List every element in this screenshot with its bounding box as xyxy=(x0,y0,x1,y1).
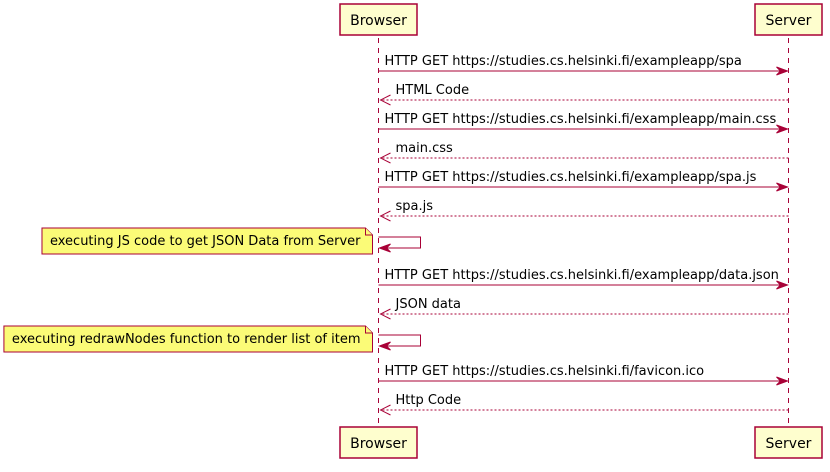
message-response: JSON data xyxy=(379,297,789,320)
sequence-diagram: Browser Server Browser Server HTTP GET h… xyxy=(3,3,823,459)
message-label: HTTP GET https://studies.cs.helsinki.fi/… xyxy=(385,54,742,69)
message-self: executing redrawNodes function to render… xyxy=(3,325,421,353)
message-self: executing JS code to get JSON Data from … xyxy=(41,227,421,255)
message-label: main.css xyxy=(396,141,454,156)
open-arrowhead-icon xyxy=(379,210,391,222)
participant-server-label: Server xyxy=(766,436,812,452)
participant-browser-label: Browser xyxy=(350,436,407,452)
participant-server-label: Server xyxy=(766,13,812,29)
participant-browser-bottom: Browser xyxy=(339,426,418,459)
message-request: HTTP GET https://studies.cs.helsinki.fi/… xyxy=(378,364,789,386)
messages-group: HTTP GET https://studies.cs.helsinki.fi/… xyxy=(3,54,789,416)
message-request: HTTP GET https://studies.cs.helsinki.fi/… xyxy=(378,268,789,290)
message-label: spa.js xyxy=(396,199,434,214)
open-arrowhead-icon xyxy=(379,152,391,164)
message-label: HTTP GET https://studies.cs.helsinki.fi/… xyxy=(385,268,779,283)
message-response: main.css xyxy=(379,141,789,164)
note: executing redrawNodes function to render… xyxy=(3,325,373,353)
message-label: HTML Code xyxy=(396,83,470,98)
message-response: HTML Code xyxy=(379,83,789,106)
message-response: Http Code xyxy=(379,393,789,416)
message-response: spa.js xyxy=(379,199,789,222)
message-request: HTTP GET https://studies.cs.helsinki.fi/… xyxy=(378,54,789,76)
open-arrowhead-icon xyxy=(379,308,391,320)
message-label: Http Code xyxy=(396,393,462,408)
message-request: HTTP GET https://studies.cs.helsinki.fi/… xyxy=(378,170,789,192)
note: executing JS code to get JSON Data from … xyxy=(41,227,373,255)
participant-server-top: Server xyxy=(754,3,823,36)
note-fold xyxy=(365,326,373,334)
participant-browser-label: Browser xyxy=(350,13,407,29)
note-label: executing redrawNodes function to render… xyxy=(12,332,361,347)
note-label: executing JS code to get JSON Data from … xyxy=(50,234,361,249)
message-request: HTTP GET https://studies.cs.helsinki.fi/… xyxy=(378,112,789,134)
message-label: HTTP GET https://studies.cs.helsinki.fi/… xyxy=(385,170,757,185)
open-arrowhead-icon xyxy=(379,404,391,416)
message-label: JSON data xyxy=(395,297,461,312)
message-label: HTTP GET https://studies.cs.helsinki.fi/… xyxy=(385,112,777,127)
participant-server-bottom: Server xyxy=(754,426,823,459)
participant-browser-top: Browser xyxy=(339,3,418,36)
open-arrowhead-icon xyxy=(379,94,391,106)
message-label: HTTP GET https://studies.cs.helsinki.fi/… xyxy=(385,364,705,379)
